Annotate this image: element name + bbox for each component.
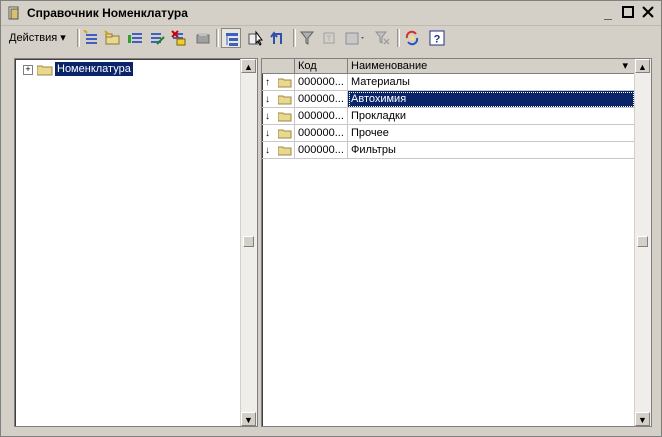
delete-mark-icon: [171, 30, 186, 46]
scroll-up-arrow[interactable]: ▲: [241, 59, 256, 73]
folder-icon: [278, 146, 292, 156]
filter-button[interactable]: [297, 28, 317, 48]
post-icon: [196, 33, 210, 44]
refresh-icon: [405, 30, 419, 46]
move-to-group-button[interactable]: [246, 28, 266, 48]
up-level-icon: [270, 31, 282, 44]
catalog-window: Справочник Номенклатура _ Действия ▾ ? +…: [0, 0, 662, 437]
row-marker-cell: ↓: [262, 91, 295, 108]
copy-icon: [128, 33, 142, 43]
filter-by-value-button[interactable]: [319, 28, 339, 48]
table-row[interactable]: ↑ 000000... Материалы: [262, 74, 635, 91]
clear-filter-button[interactable]: [372, 28, 392, 48]
maximize-icon[interactable]: [621, 6, 635, 20]
name-cell[interactable]: Прочее: [348, 125, 635, 142]
toolbar-separator: [216, 29, 219, 47]
toolbar-separator: [397, 29, 400, 47]
folder-icon: [278, 78, 292, 88]
code-cell[interactable]: 000000...: [295, 108, 348, 125]
code-column-header[interactable]: Код: [295, 59, 348, 74]
copy-button[interactable]: [125, 28, 145, 48]
toolbar-separator: [77, 29, 80, 47]
arrow-down-icon: ↓: [265, 145, 270, 156]
tree-node-label[interactable]: Номенклатура: [55, 62, 133, 76]
list-scrollbar[interactable]: ▲ ▼: [634, 59, 651, 426]
groups-tree-panel: + Номенклатура ▲ ▼: [14, 58, 258, 427]
delete-mark-button[interactable]: [169, 28, 189, 48]
folder-icon: [278, 129, 292, 139]
folder-icon: [278, 95, 292, 105]
table-row[interactable]: ↓ 000000... Прокладки: [262, 108, 635, 125]
add-button[interactable]: [81, 28, 101, 48]
name-cell[interactable]: Материалы: [348, 74, 635, 91]
filter-history-icon: [345, 32, 364, 45]
window-title: Справочник Номенклатура: [27, 6, 188, 20]
row-marker-cell: ↓: [262, 125, 295, 142]
add-group-button[interactable]: [102, 28, 122, 48]
row-marker-cell: ↓: [262, 142, 295, 159]
code-cell[interactable]: 000000...: [295, 125, 348, 142]
hierarchy-icon: [226, 33, 238, 46]
svg-text:?: ?: [434, 34, 441, 46]
clear-filter-icon: [374, 31, 390, 45]
scroll-down-arrow[interactable]: ▼: [241, 412, 256, 426]
filter-by-value-icon: [323, 32, 335, 44]
code-cell[interactable]: 000000...: [295, 142, 348, 159]
move-to-group-icon: [248, 30, 263, 46]
row-marker-cell: ↑: [262, 74, 295, 91]
add-group-icon: [104, 30, 120, 45]
name-cell[interactable]: Автохимия: [348, 91, 635, 108]
name-column-header[interactable]: Наименование ▾: [348, 59, 635, 74]
items-list-panel: Код Наименование ▾ ↑ 000000... Материалы ↓ 0…: [261, 58, 652, 427]
hierarchy-button[interactable]: [221, 28, 241, 48]
actions-label: Действия: [9, 32, 58, 44]
name-cell[interactable]: Прокладки: [348, 108, 635, 125]
edit-button[interactable]: [147, 28, 167, 48]
post-button[interactable]: [193, 28, 213, 48]
arrow-down-icon: ↓: [265, 94, 270, 105]
filter-history-button[interactable]: [342, 28, 370, 48]
name-column-label: Наименование: [351, 60, 428, 72]
edit-icon: [151, 33, 165, 45]
refresh-button[interactable]: [402, 28, 422, 48]
folder-icon: [278, 112, 292, 122]
scroll-thumb[interactable]: [637, 236, 648, 247]
close-icon[interactable]: [641, 6, 655, 20]
arrow-down-icon: ↓: [265, 111, 270, 122]
row-marker-cell: ↓: [262, 108, 295, 125]
title-bar[interactable]: Справочник Номенклатура _: [1, 1, 661, 26]
add-icon: [83, 30, 97, 44]
help-icon: ?: [429, 30, 445, 46]
name-cell[interactable]: Фильтры: [348, 142, 635, 159]
scroll-up-arrow[interactable]: ▲: [635, 59, 650, 73]
actions-menu-button[interactable]: Действия ▾: [9, 31, 66, 44]
table-row[interactable]: ↓ 000000... Фильтры: [262, 142, 635, 159]
table-row[interactable]: ↓ 000000... Автохимия: [262, 91, 635, 108]
code-cell[interactable]: 000000...: [295, 74, 348, 91]
tree-expand-icon[interactable]: +: [23, 65, 33, 75]
toolbar-separator: [293, 29, 296, 47]
help-button[interactable]: ?: [427, 28, 447, 48]
minimize-icon[interactable]: _: [601, 6, 615, 20]
arrow-up-icon: ↑: [265, 77, 270, 88]
tree-scrollbar[interactable]: ▲ ▼: [240, 59, 257, 426]
scroll-down-arrow[interactable]: ▼: [635, 412, 650, 426]
marker-column-header[interactable]: [262, 59, 295, 74]
table-row[interactable]: ↓ 000000... Прочее: [262, 125, 635, 142]
folder-icon: [37, 65, 53, 76]
sort-desc-icon: ▾: [622, 60, 628, 72]
arrow-down-icon: ↓: [265, 128, 270, 139]
up-level-button[interactable]: [267, 28, 287, 48]
filter-icon: [299, 31, 315, 45]
catalog-icon: [8, 6, 19, 20]
scroll-thumb[interactable]: [243, 236, 254, 247]
toolbar: Действия ▾ ?: [1, 26, 661, 50]
code-cell[interactable]: 000000...: [295, 91, 348, 108]
